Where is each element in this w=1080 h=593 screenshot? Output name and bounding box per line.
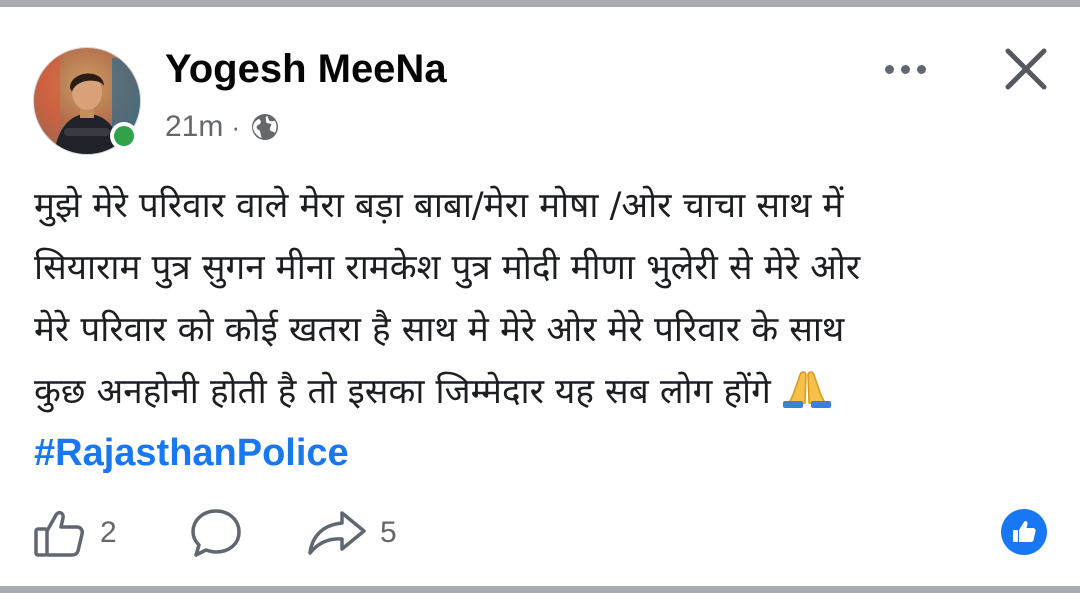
share-button[interactable]: 5 [306, 505, 397, 561]
dot-icon [884, 64, 894, 74]
timestamp[interactable]: 21m [165, 110, 223, 144]
post-meta: 21m · [165, 107, 280, 147]
online-status-indicator [110, 122, 138, 150]
globe-icon [250, 112, 280, 142]
more-options-button[interactable] [873, 52, 937, 86]
like-button[interactable]: 2 [32, 505, 117, 561]
bottom-divider [0, 586, 1080, 593]
thumbs-up-icon [1013, 520, 1036, 542]
share-arrow-icon [308, 511, 366, 555]
like-count: 2 [100, 516, 117, 549]
close-icon [1005, 48, 1047, 90]
dot-icon [916, 64, 926, 74]
top-divider [0, 0, 1080, 7]
like-reaction-badge[interactable] [1001, 509, 1047, 555]
post-text-line-content: कुछ अनहोनी होती है तो इसका जिम्मेदार यह … [34, 372, 771, 412]
dot-icon [900, 64, 910, 74]
author-name[interactable]: Yogesh MeeNa [165, 47, 447, 92]
post-text-line: सियाराम पुत्र सुगन मीना रामकेश पुत्र मोद… [34, 248, 861, 288]
share-count: 5 [380, 516, 397, 549]
comment-button[interactable] [188, 505, 244, 561]
folded-hands-emoji [779, 367, 835, 409]
hashtag-link[interactable]: #RajasthanPolice [34, 432, 349, 475]
post-text-line: मुझे मेरे परिवार वाले मेरा बड़ा बाबा/मेर… [34, 186, 844, 226]
post-text-line: कुछ अनहोनी होती है तो इसका जिम्मेदार यह … [34, 361, 1054, 423]
close-button[interactable] [998, 41, 1054, 97]
thumbs-up-icon [34, 510, 84, 557]
meta-separator: · [231, 111, 241, 142]
comment-bubble-icon [191, 509, 241, 557]
post-text: मुझे मेरे परिवार वाले मेरा बड़ा बाबा/मेर… [34, 175, 1054, 423]
post-card: Yogesh MeeNa 21m · मुझे मेरे परिवार वाले… [0, 7, 1080, 586]
post-text-line: मेरे परिवार को कोई खतरा है साथ मे मेरे ओ… [34, 310, 845, 350]
